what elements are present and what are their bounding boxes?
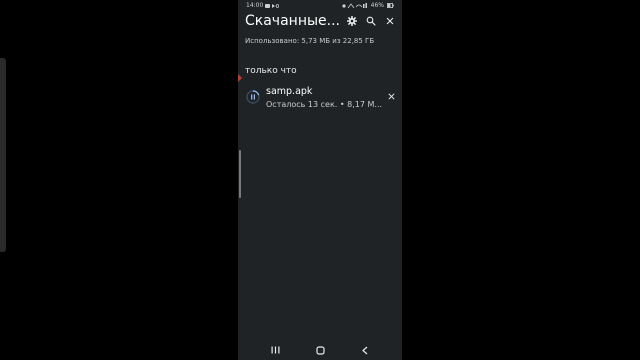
download-status: Осталось 13 сек. • 8,17 М...	[266, 100, 383, 109]
search-button[interactable]	[364, 14, 378, 28]
cancel-download-button[interactable]	[385, 90, 397, 102]
home-button[interactable]	[313, 344, 327, 356]
search-icon	[366, 16, 376, 26]
gear-icon	[347, 16, 357, 26]
file-name: samp.apk	[266, 86, 313, 97]
battery-level: 46%	[370, 2, 384, 9]
status-time: 14:00	[246, 2, 264, 9]
close-icon	[386, 17, 394, 25]
close-icon	[387, 92, 395, 100]
close-button[interactable]	[383, 14, 397, 28]
download-item[interactable]: samp.apk Осталось 13 сек. • 8,17 М...	[238, 84, 402, 116]
navigation-bar	[238, 340, 402, 360]
scrollbar[interactable]	[239, 150, 241, 198]
edge-panel-handle[interactable]	[238, 74, 242, 82]
recents-button[interactable]	[268, 344, 282, 356]
pause-icon	[246, 90, 260, 104]
adjacent-window-edge	[0, 58, 6, 252]
section-header: только что	[245, 66, 297, 76]
back-icon	[362, 346, 368, 354]
downloads-screen: 14:00 46% Скачанные... Использовано: 5,7…	[238, 0, 402, 360]
notification-icons	[265, 3, 280, 8]
page-title: Скачанные...	[245, 13, 340, 29]
home-icon	[315, 345, 325, 355]
storage-usage: Использовано: 5,73 МБ из 22,85 ГБ	[245, 37, 375, 45]
settings-button[interactable]	[345, 14, 359, 28]
battery-icon	[387, 3, 394, 8]
pause-button[interactable]	[246, 89, 260, 104]
system-status-icons	[342, 2, 367, 8]
recents-icon	[271, 346, 279, 354]
status-bar: 14:00 46%	[238, 0, 402, 12]
back-button[interactable]	[358, 344, 372, 356]
